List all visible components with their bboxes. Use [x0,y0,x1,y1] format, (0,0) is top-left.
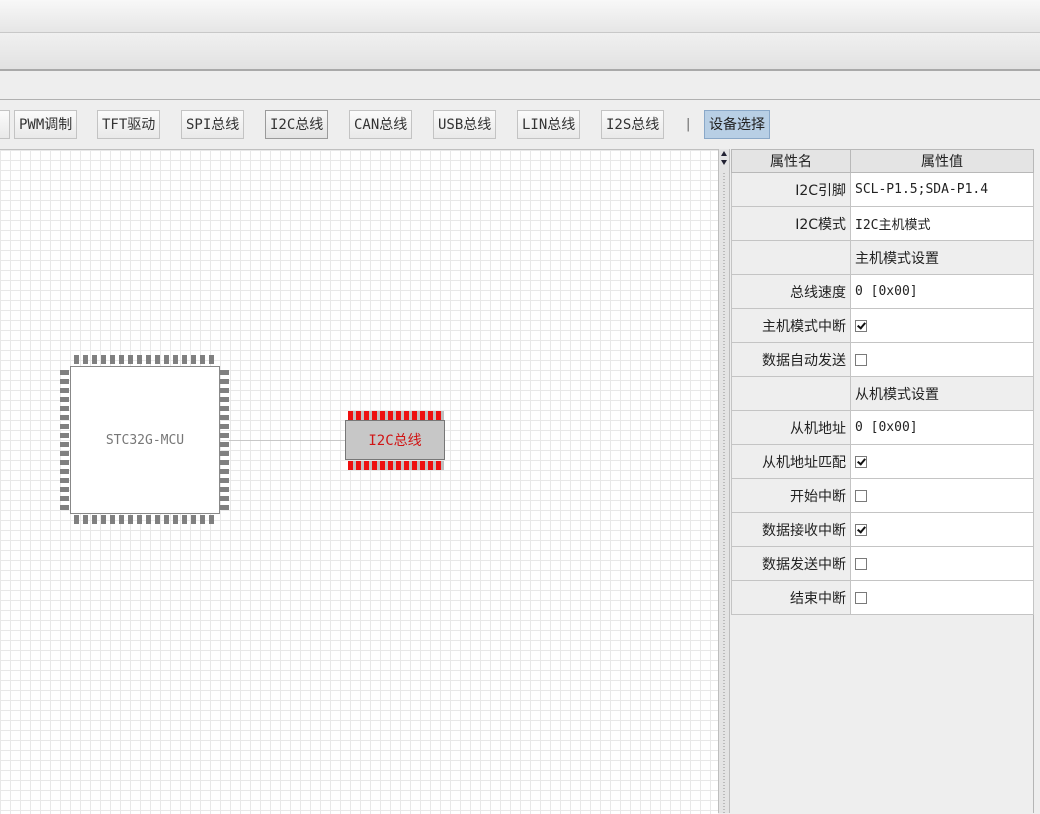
property-value[interactable]: 0 [0x00] [850,410,1034,445]
menu-bar [0,33,1040,71]
spi-button[interactable]: SPI总线 [181,110,245,139]
property-panel: 属性名 属性值 I2C引脚 SCL-P1.5;SDA-P1.4 I2C模式 I2C主机… [731,149,1034,813]
section-header: 从机模式设置 [850,376,1034,411]
property-name: 结束中断 [731,580,851,615]
mcu-label: STC32G-MCU [105,433,185,448]
property-row[interactable]: 结束中断 [731,580,1034,615]
property-value [850,444,1034,479]
toolbar-separator: | [686,117,691,132]
property-value[interactable]: 0 [0x00] [850,274,1034,309]
property-row[interactable]: 从机模式设置 [731,376,1034,411]
property-checkbox[interactable] [855,591,867,604]
property-row[interactable]: 开始中断 [731,478,1034,513]
column-header-name[interactable]: 属性名 [731,149,851,173]
mcu-pins-right [220,370,229,513]
property-name: 开始中断 [731,478,851,513]
connection-wire [229,440,345,441]
property-value [850,342,1034,377]
i2c-pins-top [348,411,444,420]
toolbar: PWM调制 TFT驱动 SPI总线 I2C总线 CAN总线 USB总线 LIN总… [0,99,1040,150]
property-row[interactable]: 从机地址 0 [0x00] [731,410,1034,445]
i2c-button[interactable]: I2C总线 [265,110,329,139]
property-name: I2C模式 [731,206,851,241]
property-value[interactable]: SCL-P1.5;SDA-P1.4 [850,172,1034,207]
can-button[interactable]: CAN总线 [349,110,413,139]
mcu-pins-left [60,370,69,513]
property-name [731,376,851,411]
collapse-right-icon[interactable] [721,160,727,165]
property-name: 数据发送中断 [731,546,851,581]
collapse-left-icon[interactable] [721,151,727,156]
property-name: 数据自动发送 [731,342,851,377]
property-checkbox[interactable] [855,523,867,536]
property-name: I2C引脚 [731,172,851,207]
property-row[interactable]: 数据发送中断 [731,546,1034,581]
i2s-button[interactable]: I2S总线 [601,110,665,139]
property-row[interactable]: 数据自动发送 [731,342,1034,377]
property-row[interactable]: 数据接收中断 [731,512,1034,547]
toolbar-spacer [0,71,1040,99]
column-header-value[interactable]: 属性值 [850,149,1034,173]
property-checkbox[interactable] [855,455,867,468]
property-name: 总线速度 [731,274,851,309]
i2c-bus-label: I2C总线 [368,433,422,449]
property-value [850,546,1034,581]
property-value [850,308,1034,343]
section-header: 主机模式设置 [850,240,1034,275]
property-table: 属性名 属性值 I2C引脚 SCL-P1.5;SDA-P1.4 I2C模式 I2C主机… [731,149,1034,615]
property-name: 主机模式中断 [731,308,851,343]
usb-button[interactable]: USB总线 [433,110,497,139]
tft-button[interactable]: TFT驱动 [97,110,161,139]
i2c-pins-bottom [348,461,444,470]
device-select-button[interactable]: 设备选择 [704,110,770,139]
property-row[interactable]: 总线速度 0 [0x00] [731,274,1034,309]
toolbar-button-partial[interactable] [0,110,10,139]
property-row[interactable]: 主机模式中断 [731,308,1034,343]
property-name [731,240,851,275]
property-checkbox[interactable] [855,557,867,570]
property-name: 从机地址匹配 [731,444,851,479]
title-bar [0,0,1040,33]
property-value [850,512,1034,547]
property-row[interactable]: 主机模式设置 [731,240,1034,275]
mcu-pins-top [74,355,218,364]
property-value [850,580,1034,615]
property-value[interactable]: I2C主机模式 [850,206,1034,241]
property-value [850,478,1034,513]
property-row[interactable]: 从机地址匹配 [731,444,1034,479]
property-row[interactable]: I2C引脚 SCL-P1.5;SDA-P1.4 [731,172,1034,207]
property-checkbox[interactable] [855,489,867,502]
property-row[interactable]: I2C模式 I2C主机模式 [731,206,1034,241]
mcu-pins-bottom [74,515,218,524]
lin-button[interactable]: LIN总线 [517,110,581,139]
property-checkbox[interactable] [855,353,867,366]
pwm-button[interactable]: PWM调制 [14,110,78,139]
split-pane-divider[interactable] [718,149,730,813]
divider-grip [723,173,725,813]
property-checkbox[interactable] [855,319,867,332]
property-name: 数据接收中断 [731,512,851,547]
property-name: 从机地址 [731,410,851,445]
